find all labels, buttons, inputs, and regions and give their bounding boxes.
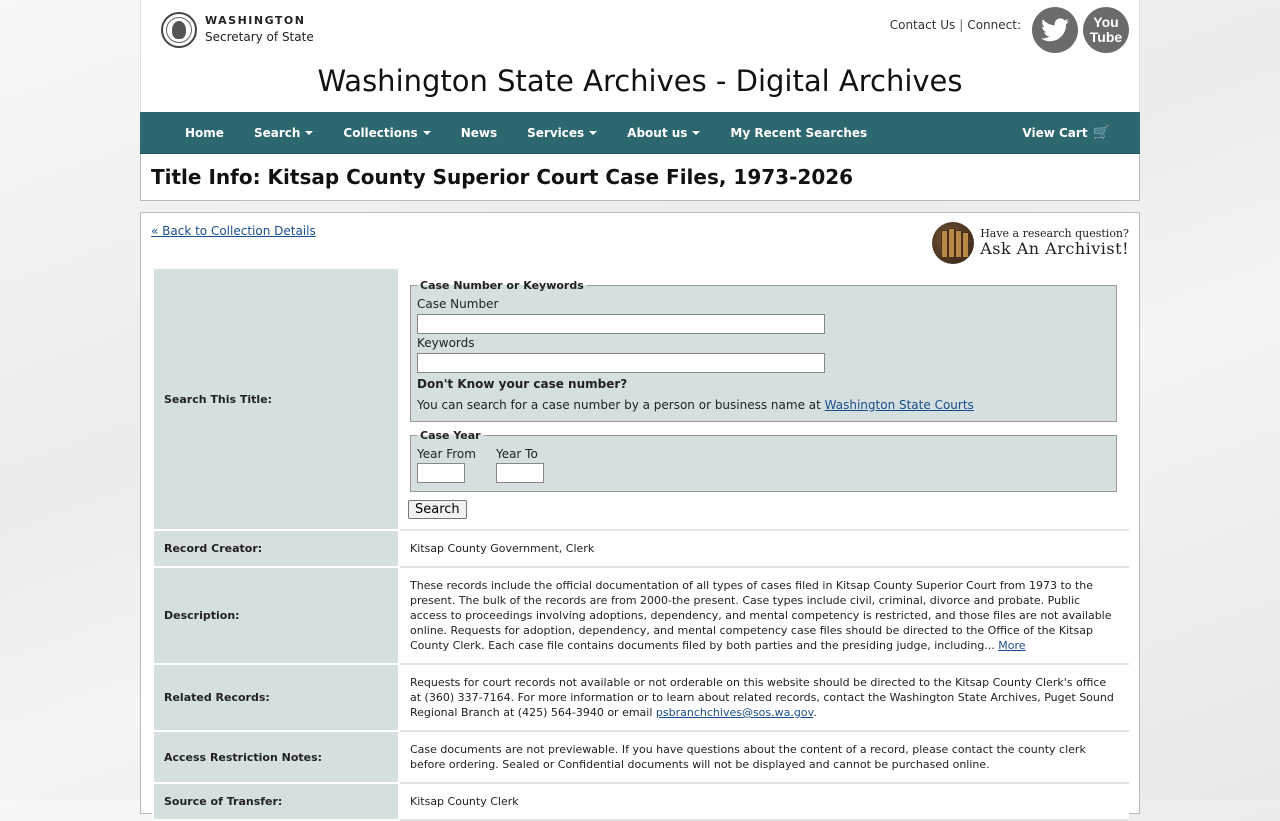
nav-news[interactable]: News bbox=[446, 112, 512, 153]
connect-label: Connect: bbox=[967, 18, 1021, 32]
page-title: Title Info: Kitsap County Superior Court… bbox=[151, 165, 854, 189]
table-row: Record Creator: Kitsap County Government… bbox=[152, 529, 1129, 568]
related-records-cell: Requests for court records not available… bbox=[398, 663, 1129, 732]
case-number-fieldset: Case Number or Keywords Case Number Keyw… bbox=[410, 277, 1117, 422]
state-seal-icon bbox=[161, 12, 197, 48]
case-number-label: Case Number bbox=[417, 296, 499, 311]
nav-home-label: Home bbox=[185, 125, 224, 140]
year-to-label: Year To bbox=[495, 446, 538, 461]
ask-archivist-banner[interactable]: Have a research question? Ask An Archivi… bbox=[932, 222, 1129, 264]
sos-logo[interactable]: WASHINGTON Secretary of State bbox=[161, 12, 314, 48]
table-row: Source of Transfer: Kitsap County Clerk bbox=[152, 782, 1129, 821]
branch-email-link[interactable]: psbranchchives@sos.wa.gov bbox=[656, 706, 813, 719]
nav-recent-searches-label: My Recent Searches bbox=[730, 125, 868, 140]
keywords-label: Keywords bbox=[417, 335, 475, 350]
youtube-line1: You bbox=[1093, 14, 1119, 30]
search-title-label: Search This Title: bbox=[152, 267, 400, 531]
title-info-table: Search This Title: Case Number or Keywor… bbox=[152, 267, 1129, 821]
twitter-icon[interactable] bbox=[1032, 7, 1078, 53]
year-fields: Year From Year To bbox=[417, 445, 1110, 483]
main-nav: Home Search Collections News Services Ab… bbox=[140, 112, 1140, 154]
year-to-group: Year To bbox=[495, 445, 544, 483]
wa-courts-link[interactable]: Washington State Courts bbox=[825, 398, 974, 412]
youtube-line2: Tube bbox=[1089, 29, 1123, 45]
search-form-cell: Case Number or Keywords Case Number Keyw… bbox=[398, 267, 1129, 531]
dont-know-heading: Don't Know your case number? bbox=[417, 376, 628, 391]
caret-down-icon bbox=[692, 130, 701, 135]
caret-down-icon bbox=[305, 130, 314, 135]
keywords-input[interactable] bbox=[417, 352, 825, 373]
access-restriction-value: Case documents are not previewable. If y… bbox=[398, 730, 1129, 784]
page-container: WASHINGTON Secretary of State Contact Us… bbox=[140, 0, 1140, 821]
top-links: Contact Us | Connect: bbox=[890, 18, 1021, 32]
source-of-transfer-value: Kitsap County Clerk bbox=[398, 782, 1129, 821]
caret-down-icon bbox=[422, 130, 431, 135]
nav-about[interactable]: About us bbox=[612, 112, 715, 153]
year-from-input[interactable] bbox=[417, 462, 465, 483]
top-links-separator: | bbox=[959, 18, 964, 32]
books-icon bbox=[932, 222, 975, 264]
description-more-link[interactable]: More bbox=[998, 639, 1025, 652]
nav-recent-searches[interactable]: My Recent Searches bbox=[715, 112, 882, 153]
hint-text: You can search for a case number by a pe… bbox=[417, 397, 825, 412]
source-of-transfer-label: Source of Transfer: bbox=[152, 782, 400, 821]
view-cart-link[interactable]: View Cart 🛒 bbox=[1022, 112, 1110, 153]
nav-services-label: Services bbox=[527, 125, 585, 140]
case-number-legend: Case Number or Keywords bbox=[420, 278, 584, 292]
nav-collections-label: Collections bbox=[343, 125, 418, 140]
nav-search-label: Search bbox=[253, 125, 301, 140]
shopping-cart-icon: 🛒 bbox=[1092, 124, 1110, 141]
nav-about-label: About us bbox=[627, 125, 688, 140]
nav-search[interactable]: Search bbox=[239, 112, 328, 153]
search-button[interactable]: Search bbox=[408, 499, 467, 519]
ask-archivist-text: Have a research question? Ask An Archivi… bbox=[980, 228, 1129, 258]
case-number-input[interactable] bbox=[417, 313, 825, 334]
content-panel: « Back to Collection Details Have a rese… bbox=[140, 212, 1140, 821]
site-title: Washington State Archives - Digital Arch… bbox=[317, 64, 963, 98]
youtube-icon[interactable]: You Tube bbox=[1083, 7, 1129, 53]
year-from-label: Year From bbox=[417, 446, 476, 461]
nav-services[interactable]: Services bbox=[512, 112, 612, 153]
table-row: Search This Title: Case Number or Keywor… bbox=[152, 267, 1129, 531]
description-label: Description: bbox=[152, 566, 400, 665]
nav-news-label: News bbox=[460, 125, 498, 140]
record-creator-value: Kitsap County Government, Clerk bbox=[398, 529, 1129, 568]
caret-down-icon bbox=[589, 130, 598, 135]
description-cell: These records include the official docum… bbox=[398, 566, 1129, 665]
case-year-legend: Case Year bbox=[420, 428, 481, 442]
logo-line1: WASHINGTON bbox=[205, 14, 306, 28]
nav-home[interactable]: Home bbox=[170, 112, 239, 153]
year-to-input[interactable] bbox=[495, 462, 544, 483]
year-from-group: Year From bbox=[417, 445, 476, 483]
related-records-label: Related Records: bbox=[152, 663, 400, 732]
nav-collections[interactable]: Collections bbox=[328, 112, 445, 153]
logo-line2: Secretary of State bbox=[205, 30, 314, 45]
table-row: Description: These records include the o… bbox=[152, 566, 1129, 665]
table-row: Access Restriction Notes: Case documents… bbox=[152, 730, 1129, 784]
title-box: Title Info: Kitsap County Superior Court… bbox=[140, 154, 1140, 201]
case-year-fieldset: Case Year Year From Year To bbox=[410, 427, 1117, 492]
record-creator-label: Record Creator: bbox=[152, 529, 400, 568]
case-number-hint: You can search for a case number by a pe… bbox=[417, 398, 1110, 413]
view-cart-label: View Cart bbox=[1022, 125, 1088, 140]
contact-us-link[interactable]: Contact Us bbox=[890, 18, 956, 32]
ask-archivist: Ask An Archivist! bbox=[980, 239, 1129, 259]
site-header: WASHINGTON Secretary of State Contact Us… bbox=[140, 0, 1140, 112]
access-restriction-label: Access Restriction Notes: bbox=[152, 730, 400, 784]
related-records-end: . bbox=[813, 706, 817, 719]
logo-text: WASHINGTON Secretary of State bbox=[205, 15, 314, 44]
back-to-collection-link[interactable]: « Back to Collection Details bbox=[151, 224, 316, 238]
table-row: Related Records: Requests for court reco… bbox=[152, 663, 1129, 732]
